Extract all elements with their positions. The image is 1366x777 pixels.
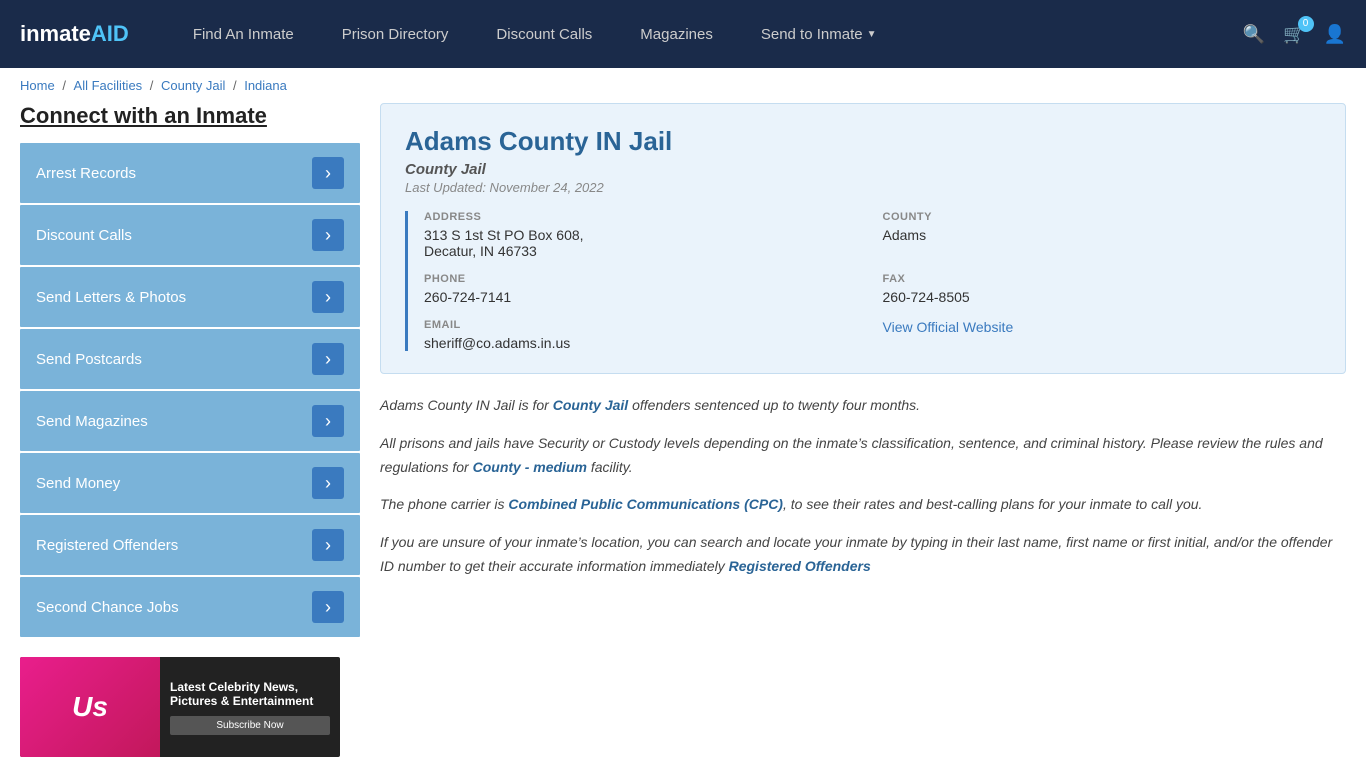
ad-headline: Latest Celebrity News, Pictures & Entert…: [170, 680, 330, 708]
phone-block: PHONE 260-724-7141: [424, 273, 863, 305]
cart-badge: 0: [1298, 16, 1314, 32]
desc-p2: All prisons and jails have Security or C…: [380, 432, 1346, 480]
facility-updated: Last Updated: November 24, 2022: [405, 180, 1321, 195]
send-to-inmate-caret: ▼: [867, 29, 877, 40]
breadcrumb-all-facilities[interactable]: All Facilities: [74, 78, 143, 93]
arrow-icon: ›: [312, 467, 344, 499]
nav-icons: 🔍 🛒 0 👤: [1243, 24, 1346, 45]
search-icon[interactable]: 🔍: [1243, 24, 1265, 45]
county-jail-link[interactable]: County Jail: [553, 397, 628, 413]
arrow-icon: ›: [312, 529, 344, 561]
sidebar-item-registered-offenders[interactable]: Registered Offenders ›: [20, 515, 360, 575]
sidebar-item-label: Arrest Records: [36, 165, 136, 182]
facility-description: Adams County IN Jail is for County Jail …: [380, 394, 1346, 579]
sidebar-item-send-postcards[interactable]: Send Postcards ›: [20, 329, 360, 389]
desc-p4: If you are unsure of your inmate’s locat…: [380, 531, 1346, 579]
nav-prison-directory[interactable]: Prison Directory: [318, 0, 473, 68]
cart-icon[interactable]: 🛒 0: [1283, 24, 1305, 45]
sidebar-item-send-magazines[interactable]: Send Magazines ›: [20, 391, 360, 451]
county-medium-link[interactable]: County - medium: [473, 459, 587, 475]
main-content: Connect with an Inmate Arrest Records › …: [0, 103, 1366, 777]
sidebar-menu: Arrest Records › Discount Calls › Send L…: [20, 143, 360, 637]
sidebar-item-second-chance-jobs[interactable]: Second Chance Jobs ›: [20, 577, 360, 637]
breadcrumb-county-jail[interactable]: County Jail: [161, 78, 225, 93]
logo[interactable]: inmateAID: [20, 21, 129, 47]
ad-brand: Us: [20, 657, 160, 757]
county-label: COUNTY: [883, 211, 1322, 223]
arrow-icon: ›: [312, 591, 344, 623]
sidebar-ad[interactable]: Us Latest Celebrity News, Pictures & Ent…: [20, 657, 340, 757]
phone-label: PHONE: [424, 273, 863, 285]
email-value: sheriff@co.adams.in.us: [424, 335, 863, 351]
address-value: 313 S 1st St PO Box 608, Decatur, IN 467…: [424, 227, 863, 259]
facility-details: ADDRESS 313 S 1st St PO Box 608, Decatur…: [405, 211, 1321, 351]
nav-find-inmate[interactable]: Find An Inmate: [169, 0, 318, 68]
navbar: inmateAID Find An Inmate Prison Director…: [0, 0, 1366, 68]
address-block: ADDRESS 313 S 1st St PO Box 608, Decatur…: [424, 211, 863, 259]
county-value: Adams: [883, 227, 1322, 243]
sidebar: Connect with an Inmate Arrest Records › …: [20, 103, 360, 757]
sidebar-item-arrest-records[interactable]: Arrest Records ›: [20, 143, 360, 203]
facility-content: Adams County IN Jail County Jail Last Up…: [380, 103, 1346, 757]
website-block: View Official Website: [883, 319, 1322, 351]
ad-text: Latest Celebrity News, Pictures & Entert…: [160, 670, 340, 745]
sidebar-item-send-money[interactable]: Send Money ›: [20, 453, 360, 513]
user-icon[interactable]: 👤: [1324, 24, 1346, 45]
nav-links: Find An Inmate Prison Directory Discount…: [169, 0, 1243, 68]
county-block: COUNTY Adams: [883, 211, 1322, 259]
view-website-link[interactable]: View Official Website: [883, 319, 1014, 335]
facility-card: Adams County IN Jail County Jail Last Up…: [380, 103, 1346, 374]
breadcrumb-home[interactable]: Home: [20, 78, 55, 93]
logo-aid-text: AID: [91, 21, 129, 47]
sidebar-item-label: Send Letters & Photos: [36, 289, 186, 306]
sidebar-item-label: Discount Calls: [36, 227, 132, 244]
cpc-link[interactable]: Combined Public Communications (CPC): [508, 496, 783, 512]
sidebar-item-label: Second Chance Jobs: [36, 599, 179, 616]
arrow-icon: ›: [312, 343, 344, 375]
facility-name: Adams County IN Jail: [405, 126, 1321, 157]
breadcrumb: Home / All Facilities / County Jail / In…: [0, 68, 1366, 103]
nav-discount-calls[interactable]: Discount Calls: [472, 0, 616, 68]
desc-p3: The phone carrier is Combined Public Com…: [380, 493, 1346, 517]
fax-label: FAX: [883, 273, 1322, 285]
address-label: ADDRESS: [424, 211, 863, 223]
registered-offenders-link[interactable]: Registered Offenders: [729, 558, 871, 574]
sidebar-item-label: Send Money: [36, 475, 120, 492]
nav-magazines[interactable]: Magazines: [616, 0, 737, 68]
arrow-icon: ›: [312, 281, 344, 313]
nav-send-to-inmate[interactable]: Send to Inmate ▼: [737, 0, 901, 68]
facility-type: County Jail: [405, 161, 1321, 178]
arrow-icon: ›: [312, 405, 344, 437]
email-label: EMAIL: [424, 319, 863, 331]
arrow-icon: ›: [312, 157, 344, 189]
breadcrumb-indiana[interactable]: Indiana: [244, 78, 287, 93]
sidebar-item-label: Send Postcards: [36, 351, 142, 368]
sidebar-item-label: Send Magazines: [36, 413, 148, 430]
logo-inmate-text: inmate: [20, 21, 91, 47]
fax-value: 260-724-8505: [883, 289, 1322, 305]
phone-value: 260-724-7141: [424, 289, 863, 305]
sidebar-title: Connect with an Inmate: [20, 103, 360, 129]
ad-subscribe-button[interactable]: Subscribe Now: [170, 716, 330, 735]
arrow-icon: ›: [312, 219, 344, 251]
sidebar-item-label: Registered Offenders: [36, 537, 178, 554]
desc-p1: Adams County IN Jail is for County Jail …: [380, 394, 1346, 418]
sidebar-item-discount-calls[interactable]: Discount Calls ›: [20, 205, 360, 265]
email-block: EMAIL sheriff@co.adams.in.us: [424, 319, 863, 351]
sidebar-item-send-letters[interactable]: Send Letters & Photos ›: [20, 267, 360, 327]
fax-block: FAX 260-724-8505: [883, 273, 1322, 305]
